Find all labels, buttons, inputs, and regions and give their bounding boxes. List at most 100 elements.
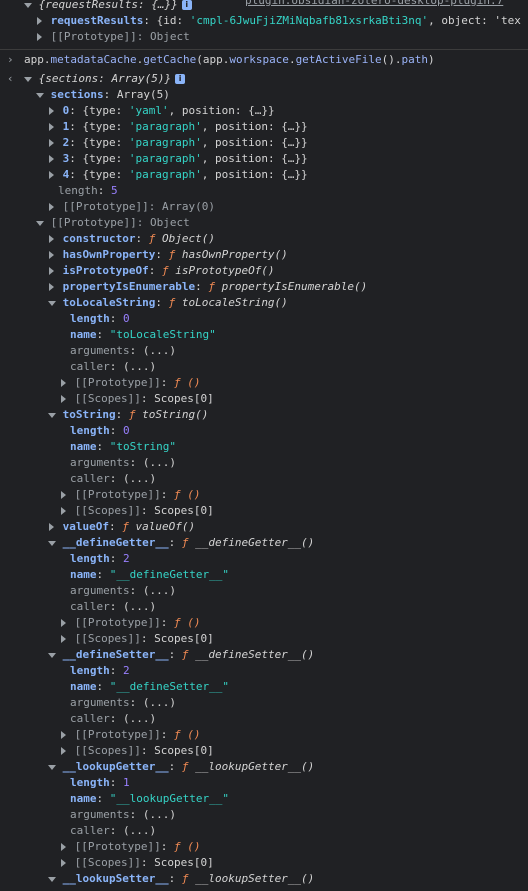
property-key: toLocaleString	[62, 296, 156, 309]
request-results-summary[interactable]: {requestResults: {…}} i	[0, 0, 528, 13]
expand-triangle-icon[interactable]	[60, 727, 68, 743]
colon: :	[96, 568, 110, 581]
section-item[interactable]: 2: {type: 'paragraph', position: {…}}	[0, 135, 528, 151]
expand-triangle-icon[interactable]	[60, 487, 68, 503]
collapse-triangle-icon[interactable]	[48, 407, 56, 423]
expand-triangle-icon[interactable]	[60, 855, 68, 871]
expand-triangle-icon[interactable]	[36, 13, 44, 29]
fn-arguments-row[interactable]: arguments: (...)	[0, 455, 528, 471]
fn-caller-row[interactable]: caller: (...)	[0, 599, 528, 615]
collapse-triangle-icon[interactable]	[48, 295, 56, 311]
fn-scopes-row[interactable]: [[Scopes]]: Scopes[0]	[0, 503, 528, 519]
expand-triangle-icon[interactable]	[60, 839, 68, 855]
expand-triangle-icon[interactable]	[48, 231, 56, 247]
expand-triangle-icon[interactable]	[48, 519, 56, 535]
expand-triangle-icon[interactable]	[48, 263, 56, 279]
info-icon: i	[175, 74, 186, 84]
colon: :	[129, 696, 143, 709]
property-value: (...)	[123, 360, 157, 373]
collapse-triangle-icon[interactable]	[36, 215, 44, 231]
expand-triangle-icon[interactable]	[48, 103, 56, 119]
item-type: 'paragraph'	[128, 136, 202, 149]
fn-caller-row[interactable]: caller: (...)	[0, 359, 528, 375]
fn-arguments-row[interactable]: arguments: (...)	[0, 807, 528, 823]
property-value: (...)	[142, 344, 176, 357]
fn-scopes-row[interactable]: [[Scopes]]: Scopes[0]	[0, 743, 528, 759]
property-key: name	[70, 440, 97, 453]
fn-prototype-row[interactable]: [[Prototype]]: ƒ ()	[0, 727, 528, 743]
function-lookupGetter[interactable]: __lookupGetter__: ƒ __lookupGetter__()	[0, 759, 528, 775]
result-summary[interactable]: ‹ {sections: Array(5)} i	[0, 71, 528, 87]
collapse-triangle-icon[interactable]	[24, 0, 32, 13]
expand-triangle-icon[interactable]	[48, 135, 56, 151]
section-item[interactable]: 0: {type: 'yaml', position: {…}}	[0, 103, 528, 119]
expand-triangle-icon[interactable]	[48, 247, 56, 263]
fn-caller-row[interactable]: caller: (...)	[0, 471, 528, 487]
expand-triangle-icon[interactable]	[48, 151, 56, 167]
fn-scopes-row[interactable]: [[Scopes]]: Scopes[0]	[0, 391, 528, 407]
request-results-row[interactable]: requestResults: {id: 'cmpl-6JwuFjiZMiNqb…	[0, 13, 528, 29]
function-f-icon: ƒ	[181, 760, 189, 773]
colon: :	[96, 792, 110, 805]
expand-triangle-icon[interactable]	[60, 375, 68, 391]
function-propertyIsEnumerable[interactable]: propertyIsEnumerable: ƒ propertyIsEnumer…	[0, 279, 528, 295]
fn-prototype-row[interactable]: [[Prototype]]: ƒ ()	[0, 487, 528, 503]
section-item[interactable]: 3: {type: 'paragraph', position: {…}}	[0, 151, 528, 167]
function-toString[interactable]: toString: ƒ toString()	[0, 407, 528, 423]
prototype-label: [[Prototype]]	[74, 376, 161, 389]
property-key: name	[70, 680, 97, 693]
function-toLocaleString[interactable]: toLocaleString: ƒ toLocaleString()	[0, 295, 528, 311]
fn-caller-row[interactable]: caller: (...)	[0, 711, 528, 727]
expand-triangle-icon[interactable]	[60, 503, 68, 519]
scopes-label: [[Scopes]]	[74, 392, 141, 405]
prototype-row[interactable]: [[Prototype]]: Object	[0, 29, 528, 45]
fn-arguments-row[interactable]: arguments: (...)	[0, 343, 528, 359]
expand-triangle-icon[interactable]	[60, 631, 68, 647]
property-value: Scopes[0]	[154, 632, 214, 645]
section-item[interactable]: 1: {type: 'paragraph', position: {…}}	[0, 119, 528, 135]
fn-arguments-row[interactable]: arguments: (...)	[0, 583, 528, 599]
fn-prototype-row[interactable]: [[Prototype]]: ƒ ()	[0, 375, 528, 391]
expand-triangle-icon[interactable]	[48, 119, 56, 135]
function-hasOwnProperty[interactable]: hasOwnProperty: ƒ hasOwnProperty()	[0, 247, 528, 263]
fn-prototype-row[interactable]: [[Prototype]]: ƒ ()	[0, 839, 528, 855]
expand-triangle-icon[interactable]	[60, 743, 68, 759]
cmd-part: getActiveFile	[295, 53, 382, 66]
expand-triangle-icon[interactable]	[48, 167, 56, 183]
sections-row[interactable]: sections: Array(5)	[0, 87, 528, 103]
function-defineGetter[interactable]: __defineGetter__: ƒ __defineGetter__()	[0, 535, 528, 551]
colon: :	[129, 808, 143, 821]
collapse-triangle-icon[interactable]	[48, 759, 56, 775]
collapse-triangle-icon[interactable]	[24, 71, 32, 87]
fn-prototype-row[interactable]: [[Prototype]]: ƒ ()	[0, 615, 528, 631]
object-prototype-row[interactable]: [[Prototype]]: Object	[0, 215, 528, 231]
colon: :	[109, 712, 123, 725]
collapse-triangle-icon[interactable]	[48, 535, 56, 551]
fn-scopes-row[interactable]: [[Scopes]]: Scopes[0]	[0, 631, 528, 647]
property-value: (...)	[142, 584, 176, 597]
function-valueOf[interactable]: valueOf: ƒ valueOf()	[0, 519, 528, 535]
fn-arguments-row[interactable]: arguments: (...)	[0, 695, 528, 711]
property-value: 0	[123, 312, 130, 325]
expand-triangle-icon[interactable]	[48, 199, 56, 215]
collapse-triangle-icon[interactable]	[48, 871, 56, 887]
array-prototype-row[interactable]: [[Prototype]]: Array(0)	[0, 199, 528, 215]
function-isPrototypeOf[interactable]: isPrototypeOf: ƒ isPrototypeOf()	[0, 263, 528, 279]
function-lookupSetter[interactable]: __lookupSetter__: ƒ __lookupSetter__()	[0, 871, 528, 887]
section-item[interactable]: 4: {type: 'paragraph', position: {…}}	[0, 167, 528, 183]
expand-triangle-icon[interactable]	[60, 615, 68, 631]
colon: :	[109, 360, 123, 373]
item-prefix: {type:	[82, 136, 129, 149]
function-defineSetter[interactable]: __defineSetter__: ƒ __defineSetter__()	[0, 647, 528, 663]
item-suffix: , position: {…}}	[201, 168, 308, 181]
collapse-triangle-icon[interactable]	[36, 87, 44, 103]
colon: :	[160, 840, 174, 853]
function-constructor[interactable]: constructor: ƒ Object()	[0, 231, 528, 247]
collapse-triangle-icon[interactable]	[48, 647, 56, 663]
expand-triangle-icon[interactable]	[36, 29, 44, 45]
fn-caller-row[interactable]: caller: (...)	[0, 823, 528, 839]
expand-triangle-icon[interactable]	[60, 391, 68, 407]
expand-triangle-icon[interactable]	[48, 279, 56, 295]
property-key: length	[70, 424, 110, 437]
fn-scopes-row[interactable]: [[Scopes]]: Scopes[0]	[0, 855, 528, 871]
